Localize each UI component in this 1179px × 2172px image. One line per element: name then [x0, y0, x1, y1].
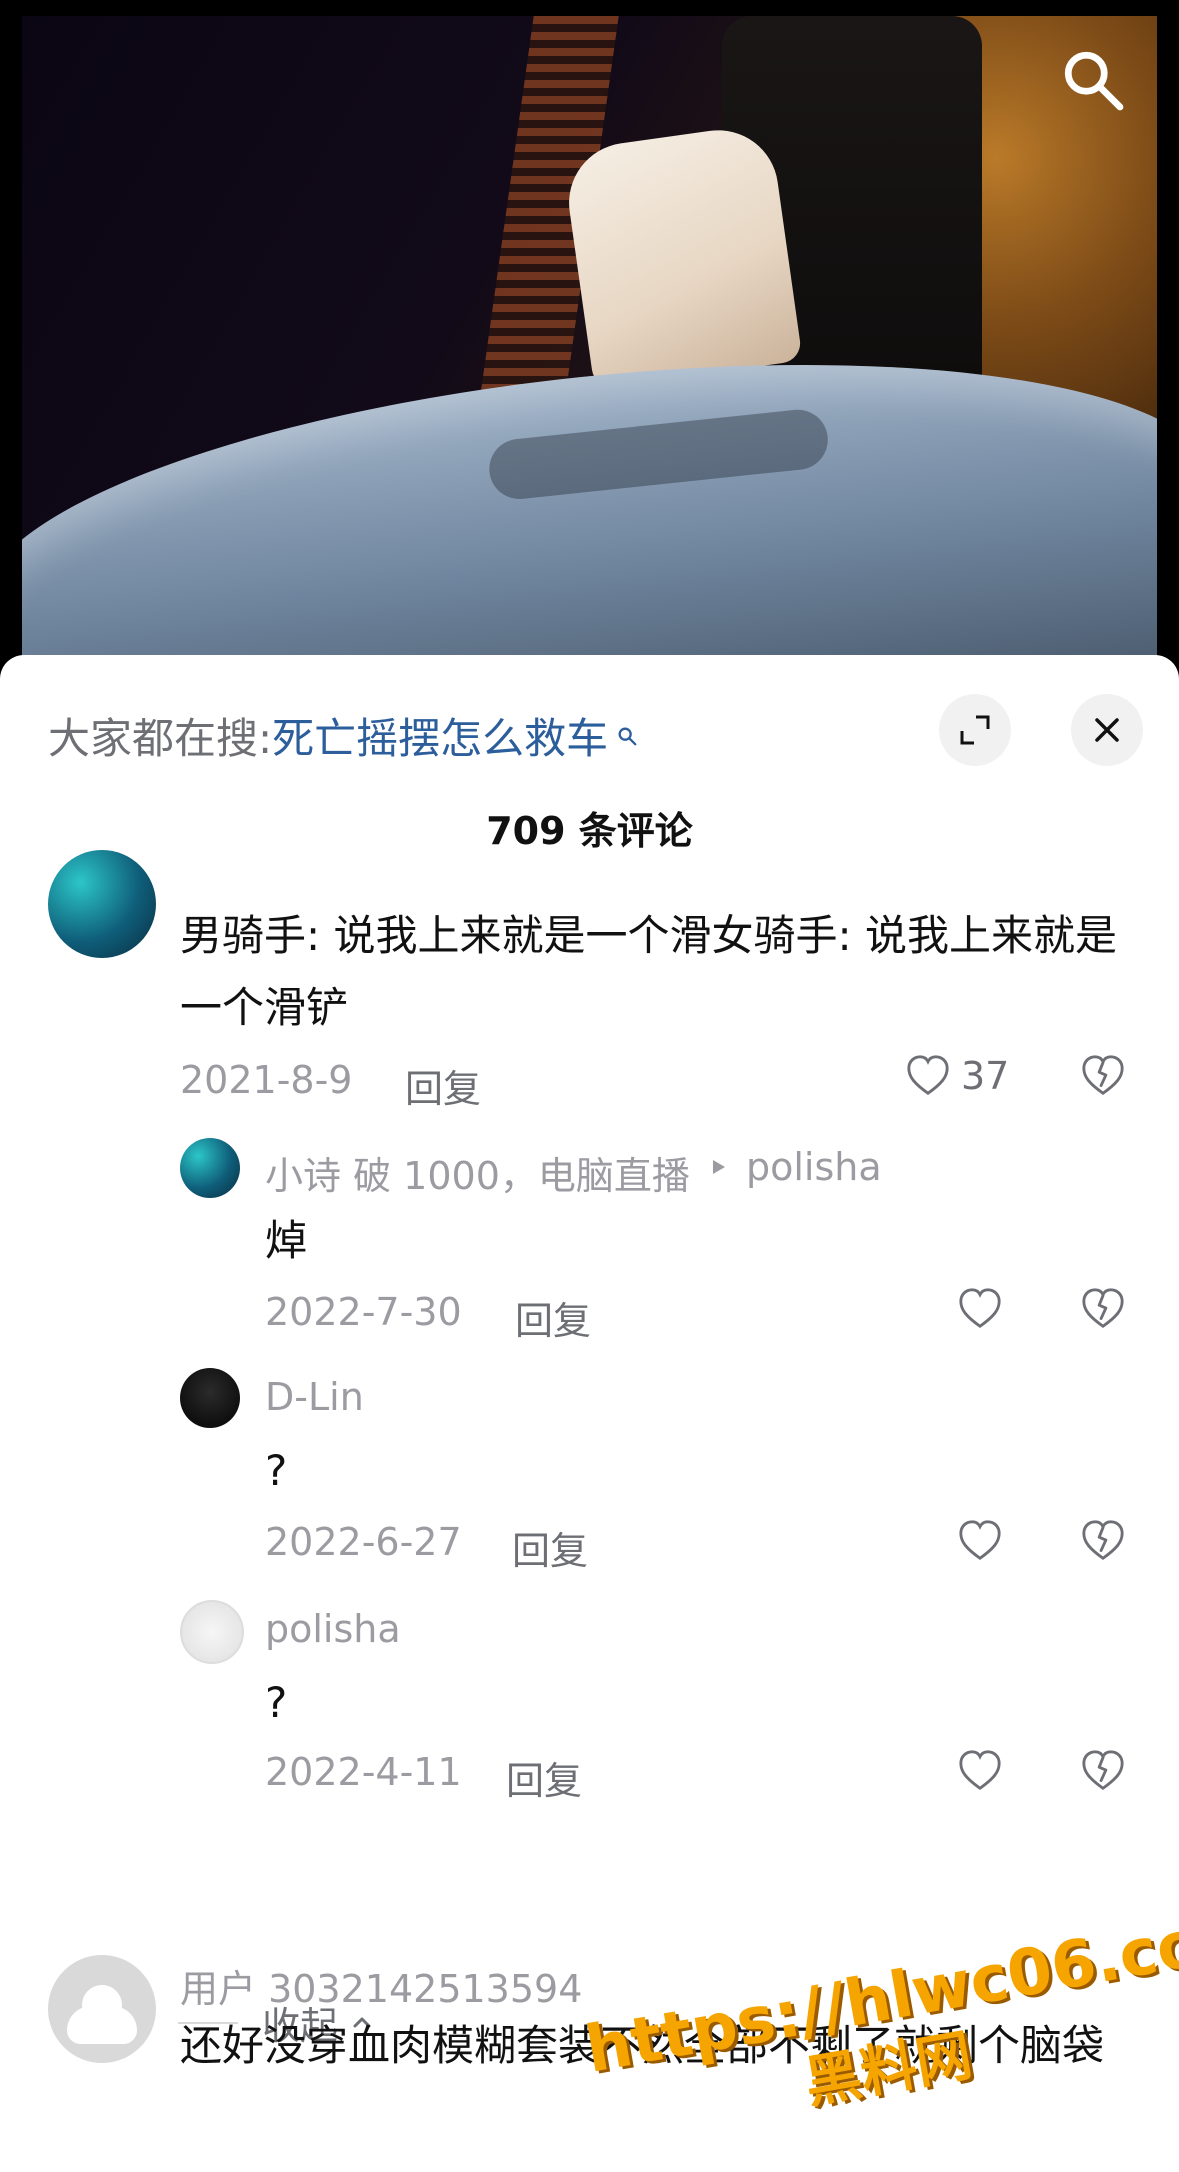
comment-date: 2021-8-9 [180, 1058, 353, 1102]
comment-text: 还好没穿血肉模糊套装不然全部不剩了就剩个脑袋 [180, 2021, 1105, 2070]
like-control[interactable]: 37 [905, 1053, 1009, 1099]
search-icon[interactable] [1057, 44, 1129, 116]
video-arm [561, 122, 803, 390]
avatar[interactable] [48, 850, 156, 958]
comment-count: 709 条评论 [486, 809, 693, 853]
broken-heart-icon[interactable] [1080, 1286, 1126, 1332]
reply-text: ? [265, 1446, 288, 1495]
heart-icon [907, 1055, 949, 1096]
expand-button[interactable] [939, 694, 1011, 766]
reply-to-username[interactable]: polisha [746, 1145, 882, 1189]
heart-icon[interactable] [957, 1286, 1003, 1332]
search-icon [618, 727, 637, 745]
video-player[interactable] [0, 0, 1179, 700]
reply-date: 2022-4-11 [265, 1750, 462, 1794]
close-button[interactable] [1071, 694, 1143, 766]
reply-username[interactable]: D-Lin [265, 1375, 364, 1419]
reply-date: 2022-6-27 [265, 1520, 462, 1564]
play-triangle-icon [713, 1160, 725, 1174]
close-icon [1095, 718, 1119, 742]
avatar[interactable] [180, 1600, 244, 1664]
heart-icon[interactable] [957, 1748, 1003, 1794]
reply-date: 2022-7-30 [265, 1290, 462, 1334]
avatar[interactable] [180, 1368, 240, 1428]
reply-button[interactable]: 回复 [515, 1290, 591, 1345]
reply-button[interactable]: 回复 [512, 1520, 588, 1575]
video-frame [22, 16, 1157, 656]
broken-heart-icon[interactable] [1080, 1053, 1126, 1099]
reply-button[interactable]: 回复 [506, 1750, 582, 1805]
heart-icon[interactable] [957, 1518, 1003, 1564]
reply-username[interactable]: 小诗 破 1000，电脑直播 [265, 1145, 690, 1200]
expand-icon [960, 715, 990, 745]
comment-text: 男骑手: 说我上来就是一个滑女骑手: 说我上来就是一个滑铲 [180, 911, 1118, 1032]
reply-text: ? [265, 1678, 288, 1727]
broken-heart-icon[interactable] [1080, 1748, 1126, 1794]
comment-username[interactable]: 用户 3032142513594 [180, 1958, 582, 2013]
trending-label: 大家都在搜: [48, 714, 273, 763]
reply-text: 焯 [265, 1216, 308, 1265]
reply-username[interactable]: polisha [265, 1607, 401, 1651]
comments-sheet: 大家都在搜: 死亡摇摆怎么救车 709 条评论 [0, 655, 1179, 2158]
trending-query[interactable]: 死亡摇摆怎么救车 [272, 705, 608, 766]
avatar[interactable] [180, 1138, 240, 1198]
broken-heart-icon[interactable] [1080, 1518, 1126, 1564]
reply-button[interactable]: 回复 [405, 1058, 481, 1113]
trending-search[interactable]: 大家都在搜: 死亡摇摆怎么救车 [48, 705, 638, 766]
like-count: 37 [961, 1054, 1010, 1098]
avatar[interactable] [48, 1955, 156, 2063]
